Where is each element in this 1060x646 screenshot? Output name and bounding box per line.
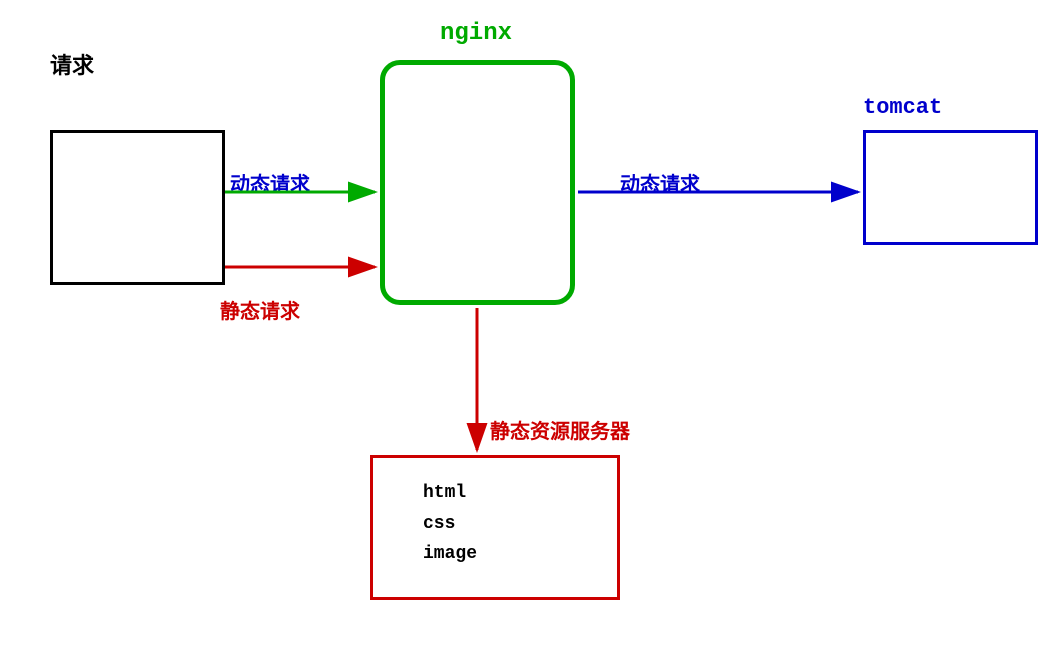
dynamic-request-left-label: 动态请求 — [230, 168, 310, 198]
tomcat-box — [863, 130, 1038, 245]
diagram-canvas: 请求 nginx tomcat 动态请求 静态请求 动态请求 静态资源服务器 h… — [0, 0, 1060, 646]
nginx-box — [380, 60, 575, 305]
static-image-label: image — [423, 539, 477, 570]
static-request-left-label: 静态请求 — [220, 295, 300, 325]
static-css-label: css — [423, 509, 477, 540]
dynamic-request-right-label: 动态请求 — [620, 168, 700, 198]
client-box — [50, 130, 225, 285]
request-label: 请求 — [50, 48, 94, 80]
static-resources-box: html css image — [370, 455, 620, 600]
static-resource-server-label: 静态资源服务器 — [490, 415, 630, 445]
nginx-label: nginx — [440, 20, 512, 47]
static-html-label: html — [423, 478, 477, 509]
static-box-content: html css image — [423, 478, 477, 570]
tomcat-label: tomcat — [863, 95, 942, 120]
